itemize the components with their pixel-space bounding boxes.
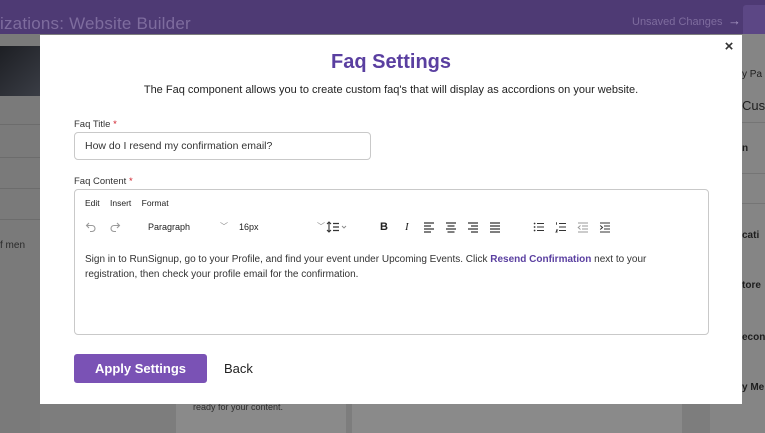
editor-menubar: Edit Insert Format [85, 198, 177, 208]
left-divider [0, 188, 40, 189]
faq-title-label-text: Faq Title [74, 119, 111, 130]
modal-title: Faq Settings [330, 51, 451, 73]
right-panel-label: n [742, 143, 749, 154]
align-right-icon[interactable] [467, 216, 479, 238]
right-panel-label: cati [742, 230, 760, 241]
background-card [352, 404, 682, 433]
left-divider [0, 219, 40, 220]
block-format-select[interactable]: Paragraph ﹀ [148, 216, 228, 238]
bullet-list-icon[interactable] [533, 216, 545, 238]
required-mark: * [128, 176, 133, 187]
undo-icon[interactable] [85, 216, 97, 238]
menu-insert[interactable]: Insert [110, 198, 131, 208]
right-panel-label: tore [742, 280, 761, 291]
faq-content-label: Faq Content * [74, 176, 133, 187]
right-panel-label: econ [742, 332, 765, 343]
right-panel-label: Cust [742, 98, 765, 113]
chevron-down-icon: ﹀ [317, 222, 325, 231]
line-height-icon[interactable] [326, 216, 348, 238]
unsaved-changes-indicator: Unsaved Changes [632, 16, 723, 28]
page-title-background: izations: Website Builder [0, 14, 191, 33]
editor-content[interactable]: Sign in to RunSignup, go to your Profile… [85, 252, 697, 282]
content-text: Sign in to RunSignup, go to your Profile… [85, 254, 491, 265]
align-center-icon[interactable] [445, 216, 457, 238]
rich-text-editor: Edit Insert Format Paragraph ﹀ 16px ﹀ B [74, 189, 709, 335]
menu-format[interactable]: Format [142, 198, 169, 208]
modal-description: The Faq component allows you to create c… [143, 84, 639, 96]
resend-confirmation-text: Resend Confirmation [490, 254, 592, 265]
faq-settings-modal: × Faq Settings The Faq component allows … [40, 35, 742, 404]
font-size-value: 16px [239, 222, 259, 232]
editor-toolbar: Paragraph ﹀ 16px ﹀ B I [75, 216, 708, 238]
align-justify-icon[interactable] [489, 216, 501, 238]
outdent-icon[interactable] [577, 216, 589, 238]
right-panel-label: y Pa [742, 69, 763, 80]
font-size-select[interactable]: 16px ﹀ [239, 216, 325, 238]
block-format-value: Paragraph [148, 222, 191, 232]
align-left-icon[interactable] [423, 216, 435, 238]
left-divider [0, 157, 40, 158]
numbered-list-icon[interactable] [555, 216, 567, 238]
left-panel-image [0, 46, 40, 96]
arrow-right-icon: → [728, 13, 741, 28]
left-divider [0, 124, 40, 125]
bold-icon[interactable]: B [380, 216, 388, 238]
menu-edit[interactable]: Edit [85, 198, 100, 208]
header-action-tab[interactable] [743, 5, 765, 35]
left-panel-label: f men [0, 240, 26, 251]
faq-title-input[interactable] [74, 132, 371, 160]
required-mark: * [113, 119, 117, 130]
faq-content-label-text: Faq Content [74, 176, 127, 187]
faq-title-label: Faq Title * [74, 119, 117, 130]
apply-settings-button[interactable]: Apply Settings [74, 354, 207, 383]
chevron-down-icon: ﹀ [220, 222, 228, 231]
italic-icon[interactable]: I [405, 216, 409, 238]
right-panel-label: y Me [742, 382, 765, 393]
indent-icon[interactable] [599, 216, 611, 238]
back-button[interactable]: Back [224, 354, 253, 383]
redo-icon[interactable] [109, 216, 121, 238]
